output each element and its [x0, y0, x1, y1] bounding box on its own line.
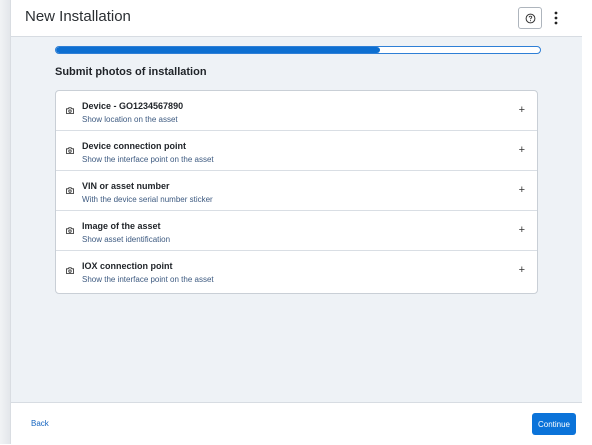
photo-item-label: Image of the asset	[82, 221, 161, 231]
photo-item-label: Device - GO1234567890	[82, 101, 184, 111]
header: New Installation	[11, 0, 582, 37]
plus-icon[interactable]: +	[519, 143, 525, 157]
photo-item-sublabel: Show location on the asset	[82, 115, 178, 124]
photo-item-device[interactable]: Device - GO1234567890 Show location on t…	[56, 91, 537, 131]
camera-icon	[66, 147, 74, 154]
photo-item-sublabel: Show the interface point on the asset	[82, 275, 214, 284]
photo-list: Device - GO1234567890 Show location on t…	[55, 90, 538, 294]
window-right-edge	[582, 0, 592, 444]
more-options-button[interactable]	[549, 8, 563, 28]
continue-button[interactable]: Continue	[532, 413, 576, 435]
more-vertical-icon	[554, 11, 558, 25]
back-button[interactable]: Back	[31, 419, 49, 428]
camera-icon	[66, 107, 74, 114]
window-left-edge	[0, 0, 11, 444]
photo-item-sublabel: Show asset identification	[82, 235, 171, 244]
photo-item-iox-connection-point[interactable]: IOX connection point Show the interface …	[56, 251, 537, 290]
camera-icon	[66, 267, 74, 274]
photo-item-label: Device connection point	[82, 141, 187, 151]
question-circle-icon	[525, 13, 535, 23]
progress-bar-fill	[56, 47, 381, 53]
plus-icon[interactable]: +	[519, 183, 525, 197]
help-button[interactable]	[518, 7, 542, 29]
photo-item-label: VIN or asset number	[82, 181, 170, 191]
photo-item-label: IOX connection point	[82, 261, 173, 271]
page-title: New Installation	[25, 8, 131, 25]
progress-bar	[55, 46, 541, 54]
installation-panel: New Installation Submit photos of instal…	[11, 0, 582, 445]
photo-item-sublabel: Show the interface point on the asset	[82, 155, 214, 164]
section-title: Submit photos of installation	[55, 66, 207, 78]
footer: Back Continue	[11, 402, 582, 445]
plus-icon[interactable]: +	[519, 103, 525, 117]
plus-icon[interactable]: +	[519, 263, 525, 277]
photo-item-vin[interactable]: VIN or asset number With the device seri…	[56, 171, 537, 211]
camera-icon	[66, 187, 74, 194]
camera-icon	[66, 227, 74, 234]
plus-icon[interactable]: +	[519, 223, 525, 237]
photo-item-sublabel: With the device serial number sticker	[82, 195, 213, 204]
photo-item-asset-image[interactable]: Image of the asset Show asset identifica…	[56, 211, 537, 251]
photo-item-device-connection-point[interactable]: Device connection point Show the interfa…	[56, 131, 537, 171]
